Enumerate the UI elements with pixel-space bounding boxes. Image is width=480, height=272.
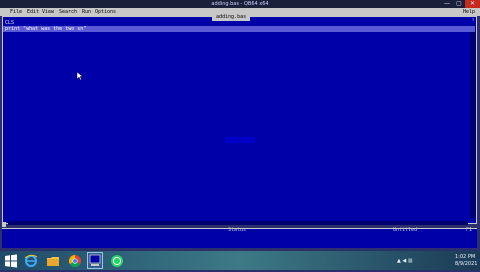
- horizontal-scrollbar[interactable]: [8, 221, 468, 225]
- menu-file[interactable]: File: [10, 8, 22, 16]
- status-right-label: Untitled: [393, 227, 418, 233]
- close-button[interactable]: ✕: [465, 0, 480, 8]
- whatsapp-icon[interactable]: [110, 254, 124, 268]
- minimize-button[interactable]: —: [441, 0, 453, 8]
- internet-explorer-icon[interactable]: [24, 254, 38, 268]
- qb64-taskbar-button[interactable]: [87, 252, 103, 269]
- menu-help[interactable]: Help: [463, 8, 475, 16]
- scroll-left-arrow-icon[interactable]: [2, 222, 6, 227]
- chrome-icon[interactable]: [68, 254, 82, 268]
- windows-start-icon[interactable]: [4, 254, 18, 268]
- file-name-tab: adding.bas: [212, 14, 251, 21]
- clock-time[interactable]: 1:02 PM: [455, 254, 475, 260]
- clock-date[interactable]: 8/9/2021: [455, 261, 477, 267]
- file-explorer-icon[interactable]: [46, 254, 60, 268]
- window-title: adding.bas - QB64 x64: [211, 1, 269, 7]
- qb64-icon: [89, 254, 101, 266]
- help-key-hint: F1: [466, 227, 473, 233]
- code-line-2[interactable]: print "what was the two sn": [5, 26, 86, 32]
- menu-run[interactable]: Run: [82, 8, 91, 16]
- menu-view[interactable]: View: [42, 8, 54, 16]
- status-label: Status: [228, 227, 247, 233]
- scroll-up-arrow-icon[interactable]: ↑: [470, 17, 476, 23]
- maximize-button[interactable]: ▢: [453, 0, 465, 8]
- menu-edit[interactable]: Edit: [27, 8, 39, 16]
- faint-editor-artifact: [225, 137, 255, 143]
- system-tray-icons[interactable]: ▲ ◀ ▥: [397, 258, 413, 264]
- menu-options[interactable]: Options: [95, 8, 116, 16]
- vertical-scrollbar[interactable]: [470, 26, 476, 218]
- menu-search[interactable]: Search: [59, 8, 77, 16]
- mouse-pointer-icon: [77, 72, 83, 80]
- code-editor[interactable]: [2, 16, 477, 224]
